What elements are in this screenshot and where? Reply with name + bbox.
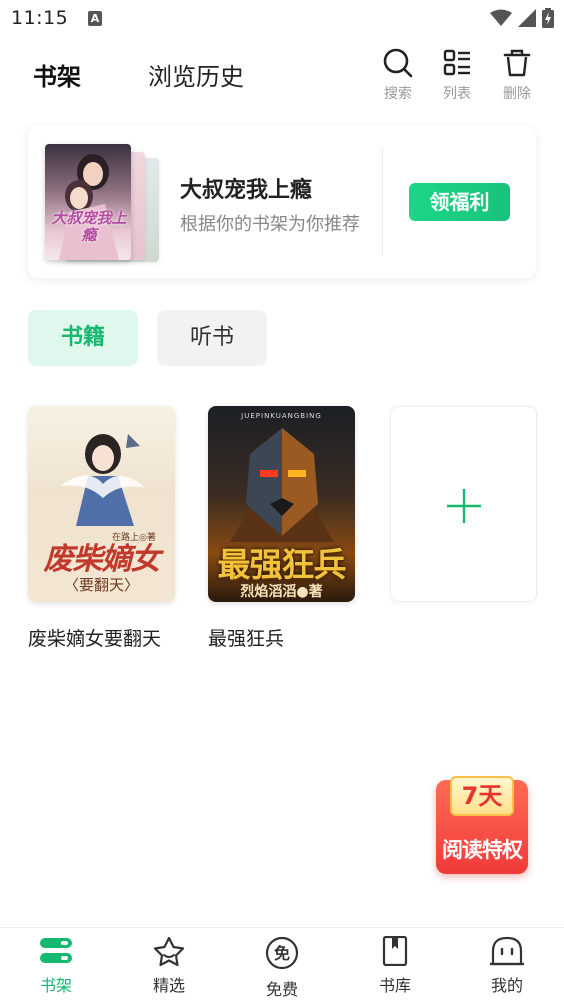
book-cover-author: 烈焰滔滔●著 — [240, 584, 323, 600]
recommend-card[interactable]: 大叔宠我上瘾 大叔宠我上瘾 根据你的书架为你推荐 领福利 — [28, 126, 536, 278]
nav-label: 书库 — [378, 976, 411, 995]
status-time: 11:15 — [11, 7, 69, 29]
nav-label: 我的 — [490, 976, 523, 995]
trash-icon — [503, 49, 531, 77]
recommend-title: 大叔宠我上瘾 — [180, 178, 313, 203]
claim-benefits-button[interactable]: 领福利 — [409, 183, 510, 221]
category-audiobooks-chip[interactable]: 听书 — [157, 310, 267, 366]
star-icon — [153, 936, 185, 966]
wifi-icon — [490, 9, 512, 26]
top-header: 书架 浏览历史 搜索 列表 删除 — [0, 40, 564, 110]
tab-bookshelf[interactable]: 书架 — [33, 57, 81, 92]
nav-library[interactable]: 书库 — [355, 936, 435, 996]
promo-text: 阅读特权 — [442, 838, 523, 862]
profile-icon — [490, 936, 524, 966]
book-cover[interactable]: JUEPINKUANGBING 最强狂兵 烈焰滔滔●著 — [208, 406, 355, 602]
bookshelf-icon — [40, 938, 72, 963]
nav-free[interactable]: 免 免费 — [242, 936, 322, 1000]
book-cover-pinyin: JUEPINKUANGBING — [241, 412, 322, 420]
plus-icon — [447, 489, 481, 523]
battery-charging-icon — [542, 8, 554, 28]
search-button[interactable]: 搜索 — [378, 48, 418, 108]
status-bar: 11:15 A — [0, 0, 564, 38]
book-title[interactable]: 废柴嫡女要翻天 — [28, 624, 175, 651]
nav-label: 免费 — [265, 980, 298, 999]
book-cover-subtitle: 〈要翻天〉 — [63, 576, 139, 594]
nav-bookshelf[interactable]: 书架 — [16, 936, 96, 996]
nav-featured[interactable]: 精选 — [129, 936, 209, 996]
cover-illustration — [60, 434, 146, 526]
nav-label: 精选 — [152, 976, 185, 995]
list-label: 列表 — [443, 86, 471, 102]
book-cover[interactable]: 在路上◎著 废柴嫡女 〈要翻天〉 — [28, 406, 175, 602]
status-icons — [490, 8, 554, 28]
category-books-chip[interactable]: 书籍 — [28, 310, 138, 366]
recommend-subtitle: 根据你的书架为你推荐 — [180, 214, 360, 235]
list-view-button[interactable]: 列表 — [437, 48, 477, 108]
list-icon — [443, 49, 470, 76]
add-book-button[interactable] — [390, 406, 537, 602]
book-title[interactable]: 最强狂兵 — [208, 624, 355, 651]
divider — [382, 148, 383, 256]
nav-label: 书架 — [39, 976, 72, 995]
promo-badge: 7天 — [450, 776, 514, 816]
delete-label: 删除 — [503, 86, 531, 102]
shelf-book[interactable]: 在路上◎著 废柴嫡女 〈要翻天〉 废柴嫡女要翻天 — [28, 406, 175, 651]
recommend-book-cover[interactable]: 大叔宠我上瘾 — [45, 144, 131, 260]
book-cover-title: 废柴嫡女 — [43, 542, 161, 577]
bookshelf-page: 11:15 A 书架 浏览历史 搜索 列表 删除 大叔宠我上瘾 大叔宠我上瘾 根… — [0, 0, 564, 1004]
signal-icon — [518, 9, 536, 27]
bottom-nav: 书架 精选 免 免费 书库 我的 — [0, 927, 564, 1004]
svg-text:免: 免 — [274, 944, 290, 963]
recommend-cover-stack: 大叔宠我上瘾 — [45, 144, 161, 262]
cover-illustration — [230, 428, 334, 542]
shelf-book[interactable]: JUEPINKUANGBING 最强狂兵 烈焰滔滔●著 最强狂兵 — [208, 406, 355, 651]
notification-icon: A — [88, 11, 102, 26]
book-icon — [382, 936, 408, 966]
reading-privilege-promo[interactable]: 7天 阅读特权 — [434, 776, 530, 876]
recommend-cover-title: 大叔宠我上瘾 — [51, 209, 127, 244]
tab-browse-history[interactable]: 浏览历史 — [148, 57, 244, 92]
search-icon — [383, 48, 413, 78]
delete-button[interactable]: 删除 — [497, 48, 537, 108]
free-icon: 免 — [265, 936, 299, 970]
nav-profile[interactable]: 我的 — [467, 936, 547, 996]
search-label: 搜索 — [384, 86, 412, 102]
book-cover-title: 最强狂兵 — [217, 545, 347, 584]
